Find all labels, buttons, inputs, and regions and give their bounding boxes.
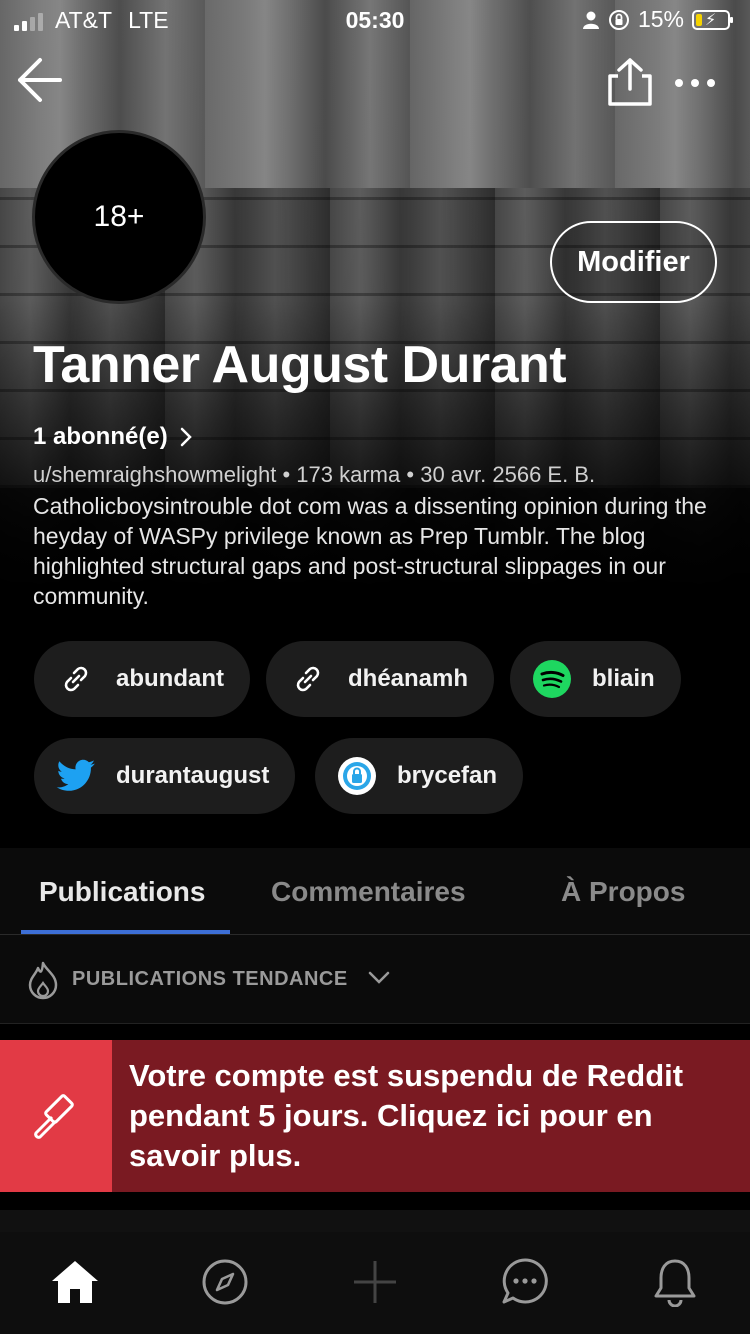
gavel-icon — [34, 1094, 74, 1139]
social-link-label: durantaugust — [116, 762, 270, 789]
username: u/shemraighshowmelight — [33, 462, 277, 487]
tab-commentaires[interactable]: Commentaires — [271, 876, 466, 908]
link-icon — [288, 659, 328, 699]
person-icon — [582, 11, 599, 29]
battery-charging-icon: ⚡ — [692, 9, 733, 30]
home-icon[interactable] — [47, 1254, 103, 1310]
chat-icon[interactable] — [497, 1254, 553, 1310]
followers-count: 1 abonné(e) — [33, 423, 168, 450]
bottom-nav — [0, 1232, 750, 1334]
profile-name: Tanner August Durant — [33, 336, 567, 394]
suspension-message: Votre compte est suspendu de Reddit pend… — [129, 1058, 684, 1173]
status-bar: AT&T LTE 05:30 15% ⚡ — [0, 0, 750, 40]
social-link-durantaugust[interactable]: durantaugust — [34, 738, 296, 814]
social-link-brycefan[interactable]: brycefan — [315, 738, 524, 814]
spotify-icon — [532, 659, 572, 699]
profile-tabs: Publications Commentaires À Propos — [0, 848, 750, 935]
sort-selector[interactable]: PUBLICATIONS TENDANCE — [0, 935, 750, 1024]
flame-icon — [28, 961, 58, 1000]
social-link-label: bliain — [592, 665, 655, 692]
avatar[interactable]: 18+ — [32, 130, 206, 304]
karma: 173 karma — [296, 462, 401, 487]
social-link-label: dhéanamh — [348, 665, 469, 692]
avatar-nsfw-label: 18+ — [93, 200, 145, 233]
suspension-banner[interactable]: Votre compte est suspendu de Reddit pend… — [0, 1040, 750, 1192]
social-link-bliain[interactable]: bliain — [510, 641, 681, 717]
profile-meta: u/shemraighshowmelight • 173 karma • 30 … — [33, 462, 596, 487]
profile-bio: Catholicboysintrouble dot com was a diss… — [33, 493, 707, 609]
followers-link[interactable]: 1 abonné(e) — [33, 423, 192, 451]
battery-percent: 15% — [637, 6, 684, 32]
plus-icon[interactable] — [347, 1254, 403, 1310]
link-icon — [56, 659, 96, 699]
social-link-dheanamh[interactable]: dhéanamh — [266, 641, 495, 717]
status-right: 15% ⚡ — [582, 6, 733, 33]
onlyfans-icon — [337, 756, 377, 796]
arrow-left-icon[interactable] — [14, 52, 66, 108]
social-link-label: brycefan — [397, 762, 498, 789]
bell-icon[interactable] — [647, 1254, 703, 1310]
social-link-label: abundant — [116, 665, 224, 692]
sort-label: PUBLICATIONS TENDANCE — [72, 968, 348, 990]
active-tab-indicator — [21, 930, 230, 934]
chevron-right-icon — [180, 427, 192, 447]
tab-a-propos[interactable]: À Propos — [561, 876, 685, 908]
cake-day: 30 avr. 2566 E. B. — [420, 462, 596, 487]
tab-publications[interactable]: Publications — [39, 876, 205, 908]
edit-profile-button[interactable]: Modifier — [550, 221, 717, 303]
social-link-abundant[interactable]: abundant — [34, 641, 250, 717]
chevron-down-icon — [368, 971, 390, 984]
twitter-icon — [56, 756, 96, 796]
more-dots-icon[interactable] — [670, 68, 720, 98]
share-icon[interactable] — [604, 56, 656, 108]
orientation-lock-icon — [608, 9, 629, 30]
compass-icon[interactable] — [197, 1254, 253, 1310]
suspension-icon-box — [0, 1040, 112, 1192]
